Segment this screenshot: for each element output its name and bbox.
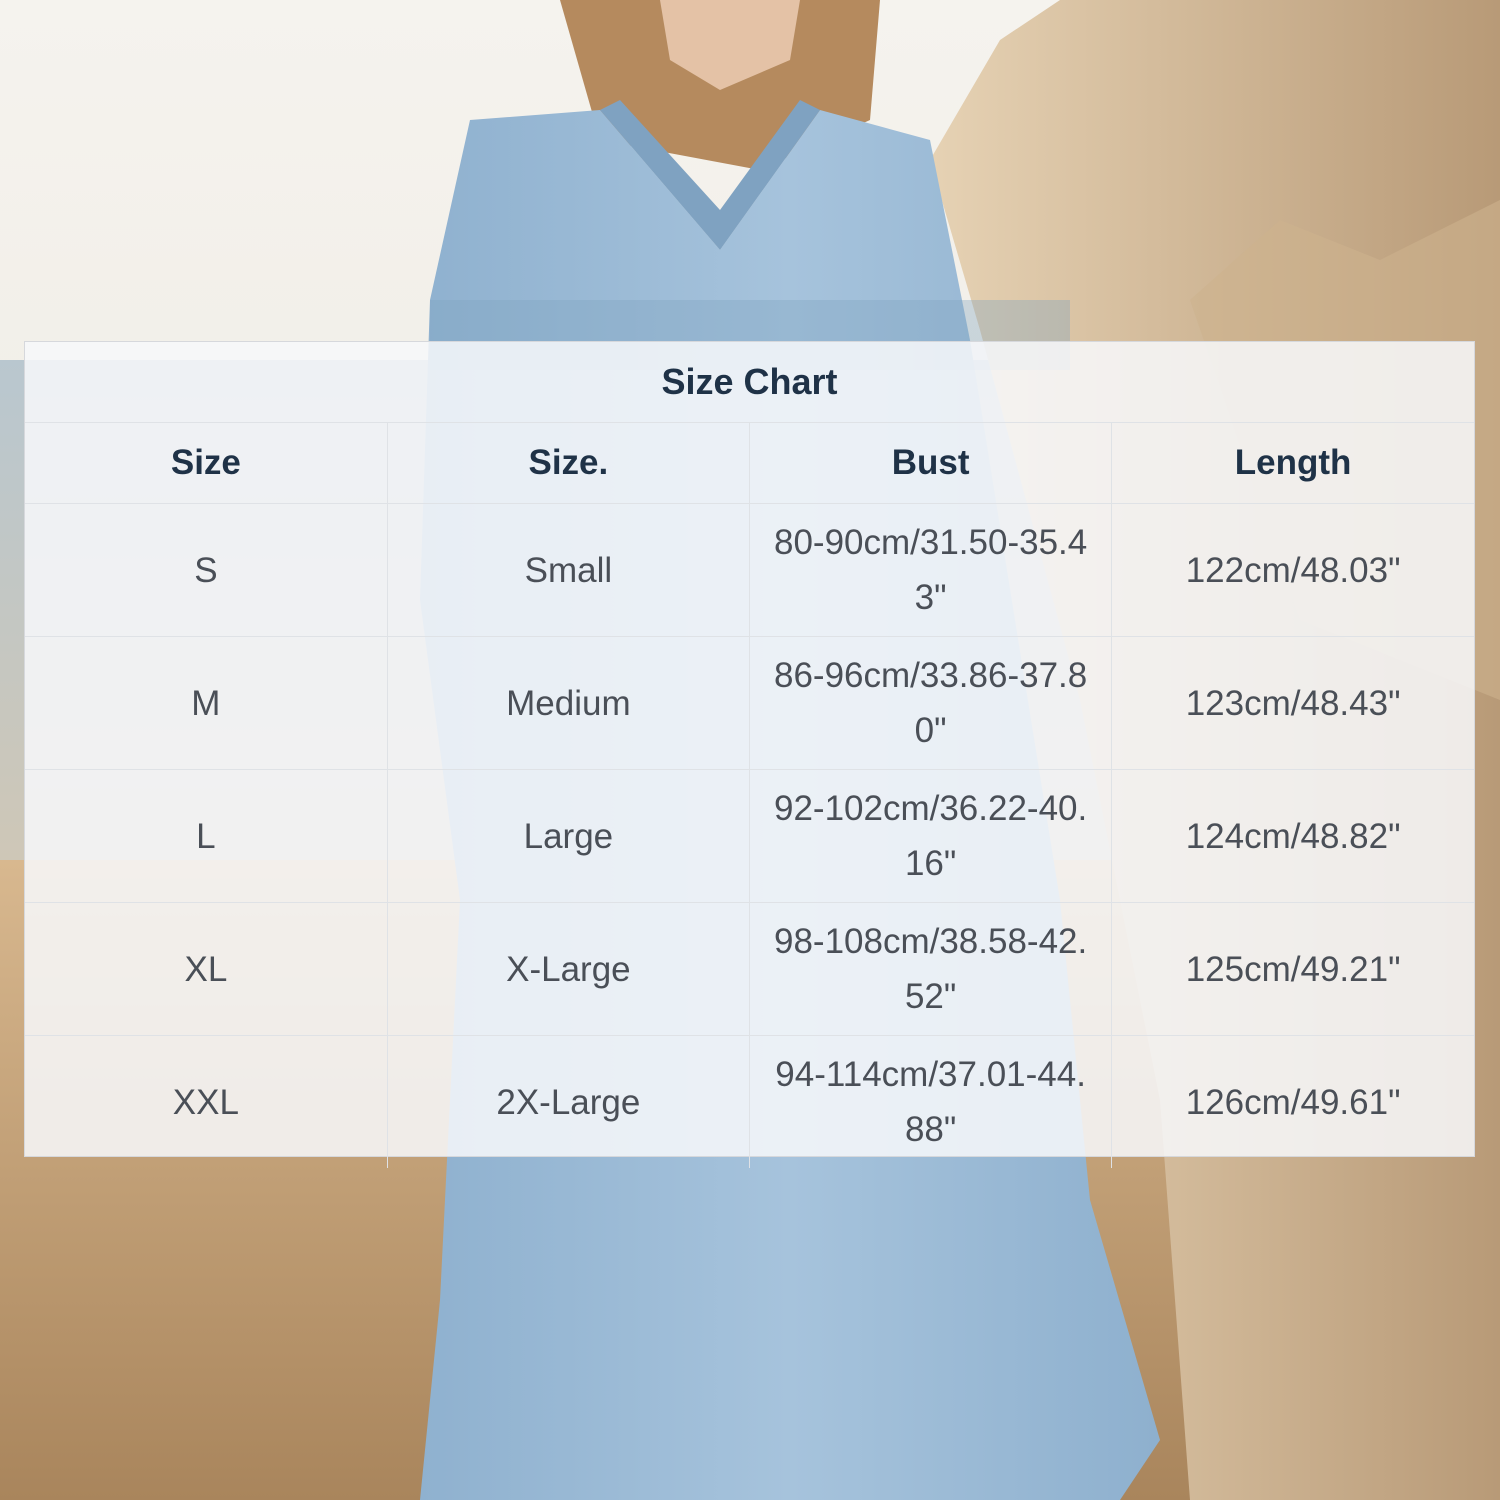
size-cell: XXL	[25, 1035, 388, 1168]
size-name-cell: Medium	[387, 636, 751, 770]
size-name-cell: 2X-Large	[387, 1035, 751, 1168]
bust-cell: 80-90cm/31.50-35.43"	[749, 503, 1113, 637]
length-cell: 124cm/48.82"	[1111, 769, 1474, 903]
bust-cell: 98-108cm/38.58-42.52"	[749, 902, 1113, 1036]
header-size-name: Size.	[387, 423, 751, 504]
size-chart-table: Size Chart Size Size. Bust Length S Smal…	[24, 341, 1475, 1168]
table-row: S Small 80-90cm/31.50-35.43" 122cm/48.03…	[25, 503, 1474, 637]
size-cell: M	[25, 636, 388, 770]
header-row: Size Size. Bust Length	[25, 423, 1474, 504]
length-cell: 125cm/49.21"	[1111, 902, 1474, 1036]
size-cell: XL	[25, 902, 388, 1036]
header-size: Size	[25, 423, 388, 504]
size-name-cell: Large	[387, 769, 751, 903]
bust-cell: 86-96cm/33.86-37.80"	[749, 636, 1113, 770]
bust-cell: 94-114cm/37.01-44.88"	[749, 1035, 1113, 1168]
size-chart-title: Size Chart	[25, 342, 1474, 423]
size-cell: S	[25, 503, 388, 637]
table-row: M Medium 86-96cm/33.86-37.80" 123cm/48.4…	[25, 636, 1474, 770]
length-cell: 123cm/48.43"	[1111, 636, 1474, 770]
bust-cell: 92-102cm/36.22-40.16"	[749, 769, 1113, 903]
size-name-cell: Small	[387, 503, 751, 637]
length-cell: 126cm/49.61"	[1185, 1082, 1401, 1122]
table-row: L Large 92-102cm/36.22-40.16" 124cm/48.8…	[25, 769, 1474, 903]
table-row: XXL 2X-Large 94-114cm/37.01-44.88" 126cm…	[25, 1035, 1474, 1168]
size-name-cell: X-Large	[387, 902, 751, 1036]
header-bust: Bust	[749, 423, 1113, 504]
size-cell: L	[25, 769, 388, 903]
size-table: Size Size. Bust Length S Small 80-90cm/3…	[25, 423, 1474, 1168]
table-row: XL X-Large 98-108cm/38.58-42.52" 125cm/4…	[25, 902, 1474, 1036]
length-cell: 122cm/48.03"	[1111, 503, 1474, 637]
header-length: Length	[1111, 423, 1474, 504]
